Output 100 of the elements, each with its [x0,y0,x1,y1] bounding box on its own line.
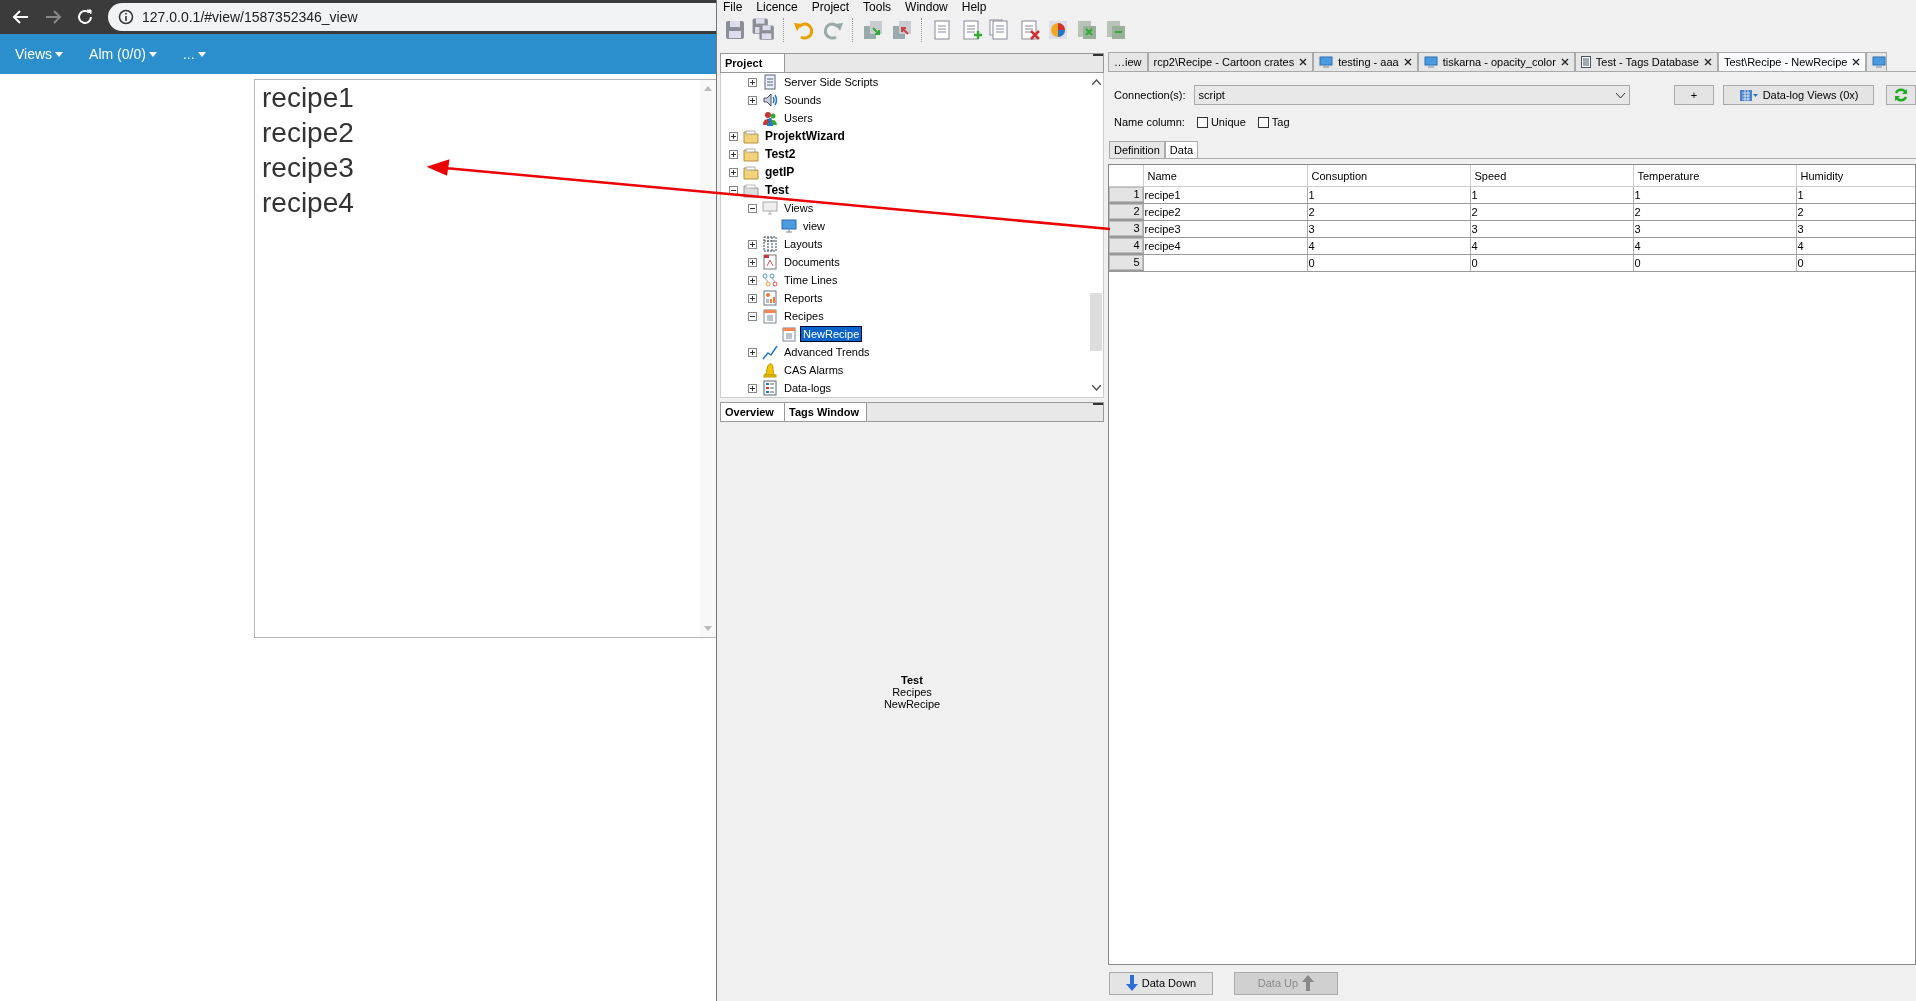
close-icon[interactable] [1703,58,1712,66]
reload-icon[interactable] [76,8,94,26]
editor-tab[interactable]: Test - Tags Database [1574,52,1718,71]
sheet-icon[interactable] [1104,18,1128,42]
nav-menu[interactable]: Views [15,34,64,74]
list-box[interactable]: recipe1 recipe2 recipe3 recipe4 [254,79,716,638]
expand-icon[interactable] [748,239,757,249]
sub-tab[interactable]: Definition [1109,141,1165,158]
table-cell[interactable]: recipe4 [1143,237,1307,254]
panel-tab[interactable]: Tags Window [785,403,867,421]
tree-item[interactable]: Recipes [782,309,826,323]
save-all-icon[interactable] [752,18,776,42]
table-cell[interactable]: 0 [1633,254,1796,271]
menu-item[interactable]: Project [811,0,850,14]
table-cell[interactable]: 3 [1796,220,1915,237]
expand-icon[interactable] [748,383,757,393]
editor-tab[interactable]: testing - aaa [1313,52,1418,71]
expand-icon[interactable] [729,167,738,177]
tree-item[interactable]: ProjektWizard [763,128,847,144]
row-header[interactable]: 3 [1109,221,1143,236]
add-button[interactable]: + [1674,85,1714,105]
table-cell[interactable]: 3 [1633,220,1796,237]
scroll-down-icon[interactable] [1091,385,1101,391]
row-header[interactable]: 5 [1109,255,1143,270]
datalog-views-button[interactable]: Data-log Views (0x) [1722,85,1875,105]
tree-item[interactable]: NewRecipe [801,327,862,341]
list-item[interactable]: recipe2 [262,115,354,150]
editor-tab[interactable]: tiskarna - opacity_color [1417,52,1575,71]
expand-icon[interactable] [748,275,757,285]
table-cell[interactable]: 1 [1307,186,1470,203]
table-cell[interactable]: 4 [1796,237,1915,254]
column-header[interactable]: Name [1143,165,1307,187]
menu-item[interactable]: Help [961,0,987,14]
close-icon[interactable] [1403,58,1412,66]
list-item[interactable]: recipe1 [262,80,354,115]
table-cell[interactable]: 2 [1470,203,1633,220]
sub-tab[interactable]: Data [1164,141,1199,158]
panel-title[interactable]: Project [721,54,785,72]
column-header[interactable]: Temperature [1633,165,1796,187]
close-icon[interactable] [1852,58,1861,66]
row-header[interactable]: 4 [1109,238,1143,253]
menu-item[interactable]: Tools [863,0,892,14]
row-header[interactable]: 1 [1109,187,1143,202]
table-cell[interactable]: 2 [1796,203,1915,220]
table-cell[interactable]: 2 [1633,203,1796,220]
scrollbar-thumb[interactable] [1090,293,1102,351]
nav-menu[interactable]: Alm (0/0) [89,34,157,74]
tree-item[interactable]: view [801,219,827,233]
table-cell[interactable]: 2 [1307,203,1470,220]
panel-tab[interactable]: Overview [721,403,785,421]
tree-item[interactable]: getIP [763,164,797,180]
table-cell[interactable]: 0 [1796,254,1915,271]
expand-icon[interactable] [748,95,757,105]
forward-icon[interactable] [44,8,62,26]
back-icon[interactable] [12,8,30,26]
expand-icon[interactable] [748,293,757,303]
tree-item[interactable]: Test2 [763,146,798,162]
collapse-icon[interactable] [748,311,757,321]
tree-item[interactable]: CAS Alarms [782,363,846,377]
tree-item[interactable]: Time Lines [782,273,840,287]
close-icon[interactable] [1299,58,1308,66]
menu-item[interactable]: Window [905,0,948,14]
menu-item[interactable]: File [723,0,743,14]
tree-item[interactable]: Reports [782,291,825,305]
tree-item[interactable]: Data-logs [782,381,834,395]
table-cell[interactable]: 1 [1796,186,1915,203]
tree-item[interactable]: Layouts [782,237,825,251]
row-header[interactable]: 2 [1109,204,1143,219]
sheet-icon[interactable] [1075,18,1099,42]
data-down-button[interactable]: Data Down [1109,971,1213,995]
expand-icon[interactable] [729,149,738,159]
expand-icon[interactable] [748,347,757,357]
tree-item[interactable]: Views [782,201,816,215]
editor-tab[interactable]: …iew [1108,52,1148,71]
tree-item[interactable]: Documents [782,255,842,269]
scroll-up-icon[interactable] [1091,79,1101,85]
expand-icon[interactable] [748,257,757,267]
table-cell[interactable]: recipe3 [1143,220,1307,237]
table-cell[interactable]: 4 [1307,237,1470,254]
table-cell[interactable]: recipe2 [1143,203,1307,220]
table-cell[interactable]: 0 [1470,254,1633,271]
import-icon[interactable] [861,18,885,42]
table-cell[interactable]: 3 [1307,220,1470,237]
column-header[interactable]: Speed [1470,165,1633,187]
tree-item[interactable]: Test [763,182,791,198]
checkbox[interactable] [1196,116,1208,128]
table-cell[interactable]: 4 [1633,237,1796,254]
list-item[interactable]: recipe3 [262,150,354,185]
expand-icon[interactable] [748,77,757,87]
save-icon[interactable] [723,18,747,42]
tree-item[interactable]: Users [782,111,815,125]
address-bar[interactable]: 127.0.0.1/#view/1587352346_view [108,3,716,31]
table-cell[interactable]: 3 [1470,220,1633,237]
editor-tab[interactable]: Test\Recipe - NewRecipe [1717,52,1867,71]
connection-dropdown[interactable]: script [1193,85,1631,105]
nav-menu[interactable]: ... [182,34,206,74]
tree-item[interactable]: Server Side Scripts [782,75,881,89]
table-cell[interactable]: 1 [1633,186,1796,203]
column-header[interactable]: Consuption [1307,165,1470,187]
column-header[interactable]: Humidity [1796,165,1915,187]
